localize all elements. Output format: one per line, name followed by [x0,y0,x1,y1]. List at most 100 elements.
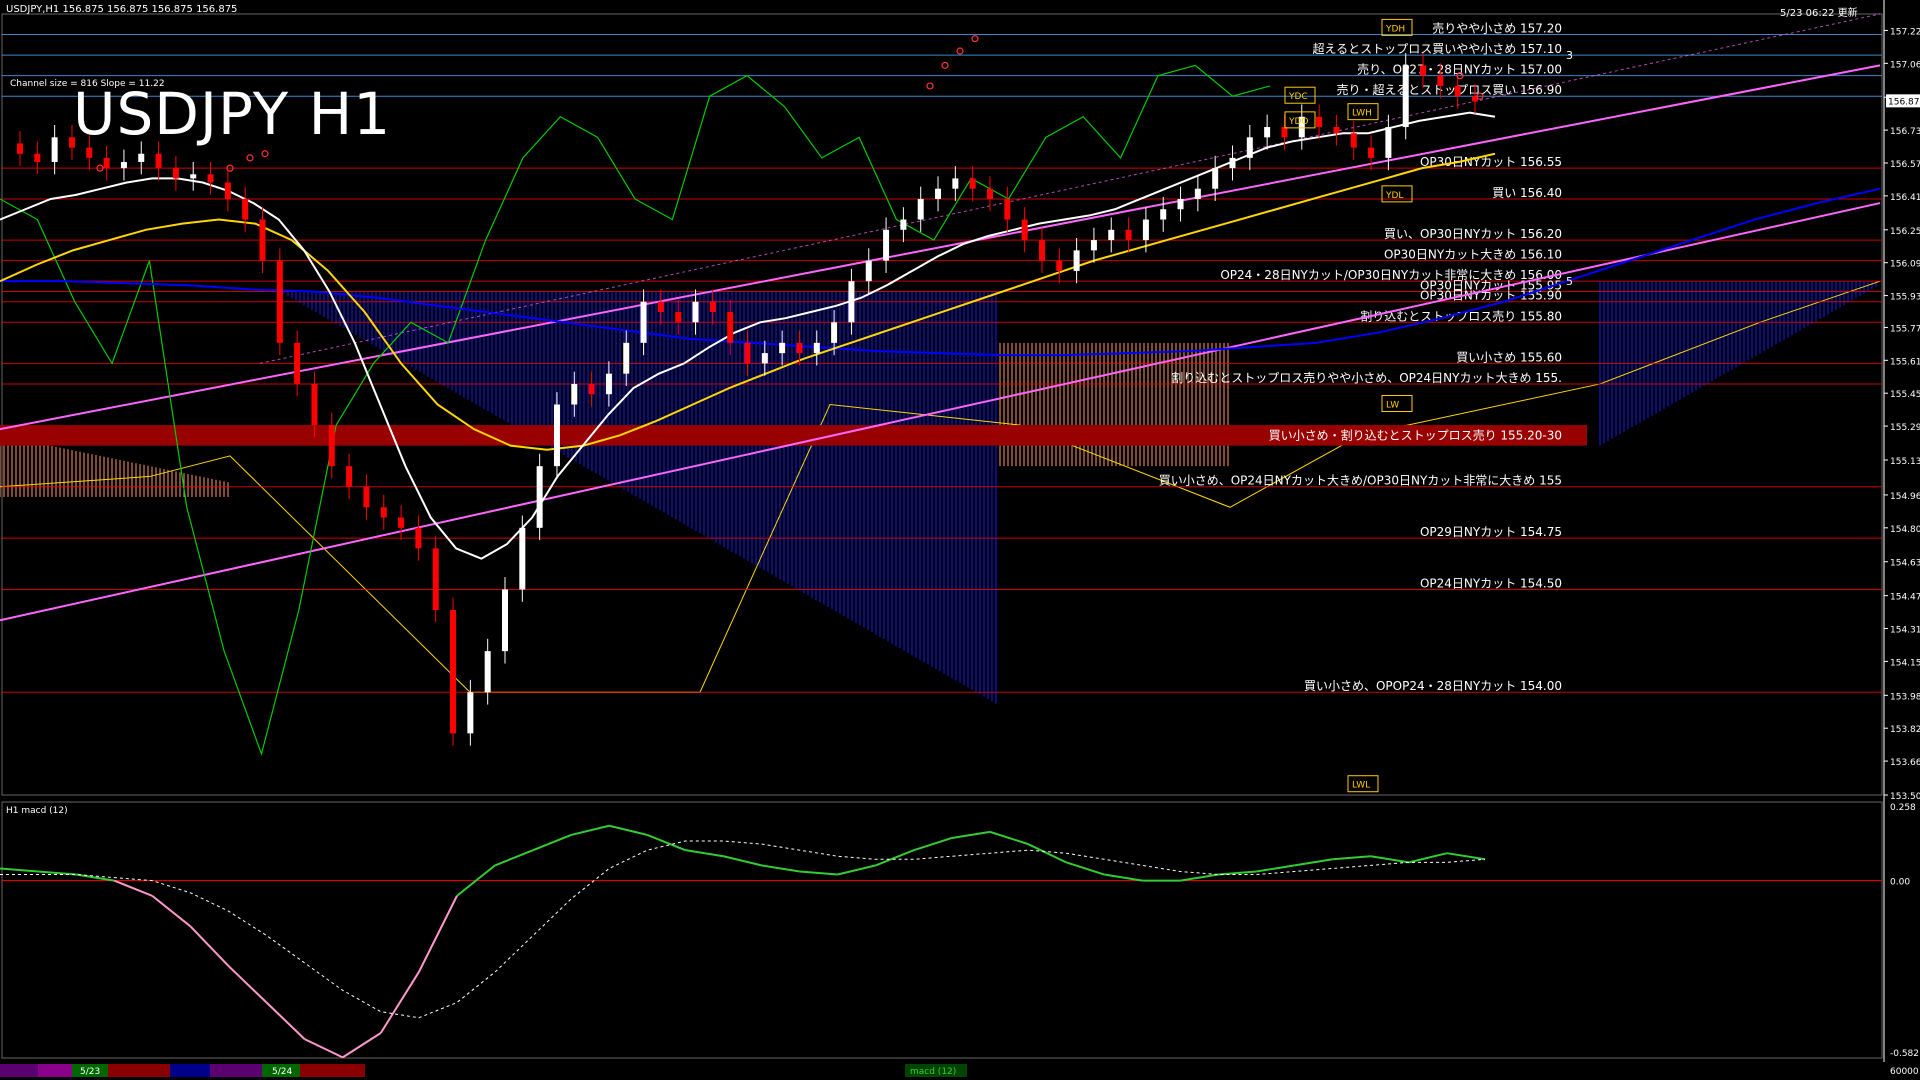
time-label: 5/23 [80,1067,100,1077]
marker-label: LWH [1352,109,1372,119]
candle-body [311,383,318,426]
candle-body [242,198,249,220]
candle-body [502,589,508,652]
volume-label: 60000 [1890,1067,1919,1077]
price-tick-label: 154.150 [1890,658,1920,668]
candle-body [1108,229,1115,241]
price-tick-label: 155.295 [1890,423,1920,433]
macd-main-segment [1446,852,1486,861]
candle-body [727,312,734,343]
macd-main-segment [723,855,762,867]
time-segment [300,1064,365,1077]
level-label: 売り、OP27・28日NYカット 157.00 [1357,62,1562,77]
macd-main-segment [304,1038,344,1059]
price-tick-label: 153.665 [1890,758,1920,768]
macd-main-segment [570,824,610,836]
candle-body [1194,188,1201,199]
candle-body [1264,127,1271,138]
candle-body [1420,65,1427,76]
candle-body [103,157,110,169]
candle-body [120,161,127,169]
candle-body [1073,250,1080,271]
price-tick-label: 154.470 [1890,593,1920,603]
candle-body [346,466,353,487]
price-tick-label: 156.250 [1890,227,1920,237]
candle-body [987,188,993,199]
macd-main-segment [1104,873,1143,882]
macd-main-segment [189,925,230,967]
current-price-label: 156.875 [1888,97,1920,107]
candle-body [640,301,647,343]
price-tick-label: 153.985 [1890,692,1920,702]
level-label: OP24日NYカット 154.50 [1420,576,1562,590]
candle-body [1437,75,1444,86]
macd-main-segment [417,895,458,973]
candle-body [363,486,370,508]
channel-line-mid [259,13,1881,364]
sar-dot [956,47,964,55]
candle-body [779,342,786,354]
price-tick-label: 155.615 [1890,357,1920,367]
price-tick-label: 155.455 [1890,390,1920,400]
marker-label: YDL [1385,191,1403,201]
level-label: OP30日NYカット大きめ 156.10 [1384,248,1562,262]
candle-body [155,153,162,169]
candle-body [969,178,976,189]
macd-main-segment [227,965,268,1004]
marker-label: YDH [1385,24,1405,34]
candle-body [415,527,422,549]
price-tick-label: 153.500 [1890,792,1920,802]
sar-dot [246,154,254,162]
macd-main-segment [494,849,534,867]
time-segment [38,1064,72,1077]
candle-body [51,137,58,162]
candle-body [935,188,942,199]
candle-body [1402,65,1409,128]
price-tick-label: 155.130 [1890,457,1920,467]
candle-body [224,182,231,199]
candle-body [848,281,855,323]
macd-main-segment [265,1001,306,1040]
level-label: 買い小さめ、OP24日NYカット大きめ/OP30日NYカット非常に大きめ 155 [1159,474,1562,488]
candle-body [675,312,682,323]
candle-body [1350,133,1357,148]
marker-label: YDC [1288,92,1308,102]
indicator-tab-label: macd (12) [910,1067,956,1077]
candle-body [1056,260,1063,271]
macd-main-segment [151,895,192,928]
level-label: 割り込むとストップロス売りやや小さめ、OP24日NYカット大きめ 155. [1171,370,1562,385]
macd-axis-top: 0.258 [1890,803,1916,813]
candle-body [138,153,145,162]
macd-main-segment [532,833,572,852]
macd-main-segment [342,1032,382,1059]
price-tick-label: 156.090 [1890,260,1920,270]
update-timestamp: 5/23 06:22 更新 [1780,8,1858,19]
candle-body [1125,229,1132,241]
candle-body [207,174,214,183]
candle-body [744,342,751,364]
candle-body [900,219,907,230]
candle-body [1142,219,1149,241]
price-chart[interactable]: 売りやや小さめ 157.20 超えるとストップロス買いやや小さめ 157.10 売り… [0,0,1920,1080]
sar-dot [261,150,269,158]
time-segment [0,1064,38,1077]
candle-body [1212,168,1219,189]
level-label: OP30日NYカット 156.55 [1420,155,1562,169]
price-tick-label: 154.635 [1890,559,1920,569]
candle-body [1333,127,1340,134]
marker-label: YDO [1288,117,1309,127]
cloud-bear-mid [999,342,1229,467]
candle-body [1385,127,1392,158]
candle-body [190,174,197,179]
chart-terminal: 売りやや小さめ 157.20 超えるとストップロス買いやや小さめ 157.10 売り… [0,0,1920,1080]
candle-body [86,147,93,158]
candle-body [484,651,491,693]
candle-body [1229,157,1236,169]
candle-body [796,342,803,354]
macd-main-segment [1370,855,1410,864]
candle-body [450,610,457,734]
time-segment [210,1064,262,1077]
candle-body [259,219,266,261]
price-tick-label: 157.060 [1890,60,1920,70]
macd-main-segment [761,864,800,873]
